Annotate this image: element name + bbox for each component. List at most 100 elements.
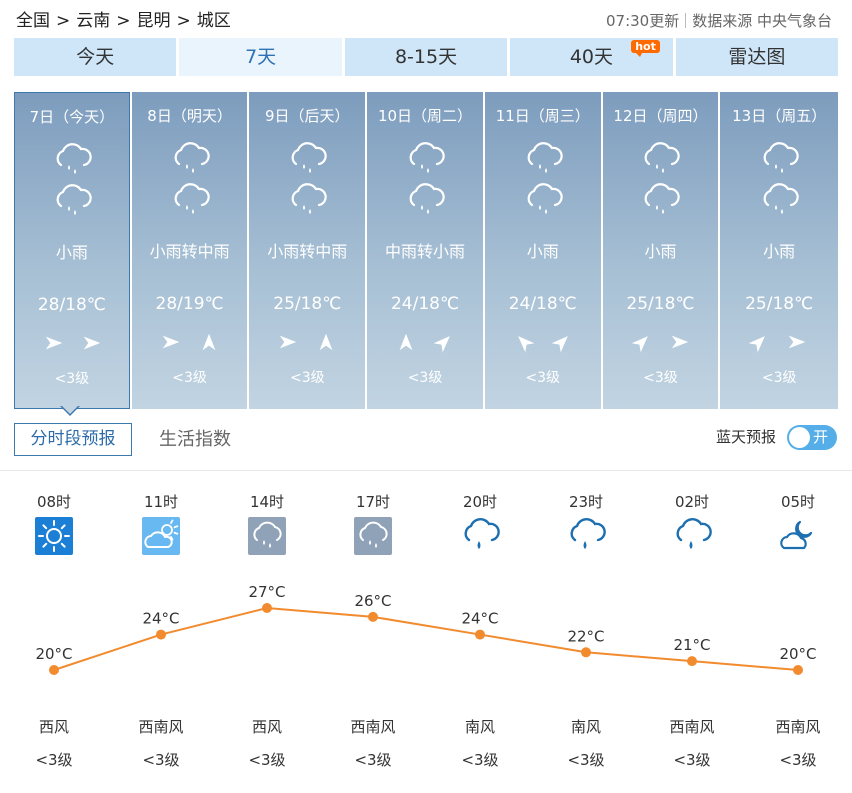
day-wind-level: <3级 [761,370,797,386]
day-card[interactable]: 7日（今天） 小雨 28/18℃ <3级 [14,92,130,409]
cloudy-sun-icon [141,516,181,556]
temperature-point [475,629,485,640]
day-wind-level: <3级 [643,370,678,386]
day-weather-desc: 小雨 [763,242,796,261]
tab-radar[interactable]: 雷达图 [675,38,839,76]
hour-label: 17时 [355,493,391,511]
hour-wind-level: <3级 [248,751,286,769]
rain-icon [640,183,681,217]
tab-8-15days[interactable]: 8-15天 [344,38,508,76]
rain-icon [170,183,210,217]
hour-wind-level: <3级 [35,751,73,769]
hour-label: 23时 [568,493,604,511]
rain-box-icon [247,516,287,556]
hour-label: 20时 [462,493,498,511]
breadcrumb-separator: > [56,11,71,31]
bluesky-label: 蓝天预报 [715,428,776,446]
day-temperature: 25/18℃ [626,294,695,314]
day-weather-desc: 小雨转中雨 [267,242,348,261]
forecast-tabs: 今天 7天 8-15天 40天 hot 雷达图 [14,38,839,76]
wind-direction-icons [485,330,601,354]
breadcrumb-province[interactable]: 云南 [76,8,110,34]
hour-label: 11时 [143,493,179,511]
hour-wind-direction: 南风 [570,718,601,736]
day-date: 8日（明天） [147,107,232,125]
day-date: 9日（后天） [265,107,350,125]
hour-label: 05时 [780,493,816,511]
day-temperature: 28/18℃ [37,295,106,315]
day-weather-desc: 小雨 [644,242,677,261]
arrow-right-icon [81,332,103,358]
hourly-forecast: 20°C 24°C 27°C 26°C 24°C 22°C 21°C 20°C 08时 西风 <3… [0,480,852,780]
rain-icon [287,183,328,217]
arrow-right-icon [277,331,299,357]
arrow-up-right-icon [748,331,770,357]
day-date: 10日（周二） [377,107,473,125]
temperature-point [49,665,59,675]
breadcrumb-city[interactable]: 昆明 [137,8,171,34]
day-date: 13日（周五） [732,107,827,125]
day-weather-desc: 小雨转中雨 [149,242,230,261]
temperature-point [262,603,272,613]
temperature-label: 20°C [779,645,816,663]
rain-icon [640,142,681,176]
tab-today[interactable]: 今天 [14,38,177,76]
daily-forecast: 7日（今天） 小雨 28/18℃ <3级 8日（明天） 小雨转中雨 28/19℃ <3级 9日（… [14,92,839,409]
tab-life-index[interactable]: 生活指数 [159,423,231,456]
divider [685,13,687,28]
day-card[interactable]: 9日（后天） 小雨转中雨 25/18℃ <3级 [249,92,366,409]
rain-night-icon [566,516,606,556]
arrow-up-icon [395,331,417,357]
arrow-right-icon [786,331,808,357]
wind-direction-icons [132,330,248,354]
wind-direction-icons [720,330,838,354]
hour-label: 02时 [674,493,710,511]
day-wind-level: <3级 [289,370,325,386]
rain-icon [523,142,563,176]
hour-wind-direction: 西风 [38,718,69,736]
arrow-up-left-icon [513,331,535,357]
arrow-up-right-icon [551,331,573,357]
tab-hourly-forecast[interactable]: 分时段预报 [14,423,132,456]
day-card[interactable]: 12日（周四） 小雨 25/18℃ <3级 [602,92,719,409]
day-weather-desc: 小雨 [55,243,88,262]
rain-box-icon [353,516,393,556]
temperature-label: 24°C [461,610,498,628]
temperature-label: 26°C [354,592,391,610]
hour-wind-level: <3级 [673,751,711,769]
breadcrumb: 全国 > 云南 > 昆明 > 城区 [16,8,231,34]
hour-wind-level: <3级 [354,751,392,769]
day-card[interactable]: 10日（周二） 中雨转小雨 24/18℃ <3级 [367,92,483,409]
hot-badge: hot [631,40,660,57]
breadcrumb-country[interactable]: 全国 [16,8,50,34]
sun-icon [34,516,74,556]
rain-icon [759,183,799,217]
day-card[interactable]: 8日（明天） 小雨转中雨 28/19℃ <3级 [131,92,248,409]
wind-direction-icons [367,330,483,354]
day-card[interactable]: 11日（周三） 小雨 24/18℃ <3级 [484,92,601,409]
rain-night-icon [460,516,500,556]
hour-wind-level: <3级 [567,751,605,769]
day-date: 11日（周三） [495,107,590,125]
day-temperature: 25/18℃ [273,294,342,314]
day-temperature: 25/18℃ [745,294,814,314]
hour-wind-direction: 西南风 [775,718,821,736]
arrow-up-right-icon [631,331,653,357]
bluesky-toggle[interactable]: 开 [787,425,837,450]
day-temperature: 24/18℃ [390,294,460,314]
toggle-label: 开 [813,428,829,446]
tab-40days[interactable]: 40天 hot [510,38,673,76]
breadcrumb-separator: > [176,11,191,31]
temperature-point [368,611,378,622]
arrow-right-icon [43,332,65,358]
day-wind-level: <3级 [407,370,443,386]
hour-wind-level: <3级 [779,751,817,769]
day-card[interactable]: 13日（周五） 小雨 25/18℃ <3级 [720,92,839,409]
tab-7days[interactable]: 7天 [179,38,342,76]
day-wind-level: <3级 [54,371,90,387]
temperature-label: 27°C [248,583,285,601]
day-weather-desc: 小雨 [526,242,559,261]
breadcrumb-district: 城区 [196,11,231,31]
rain-icon [52,143,92,177]
rain-icon [170,142,210,176]
